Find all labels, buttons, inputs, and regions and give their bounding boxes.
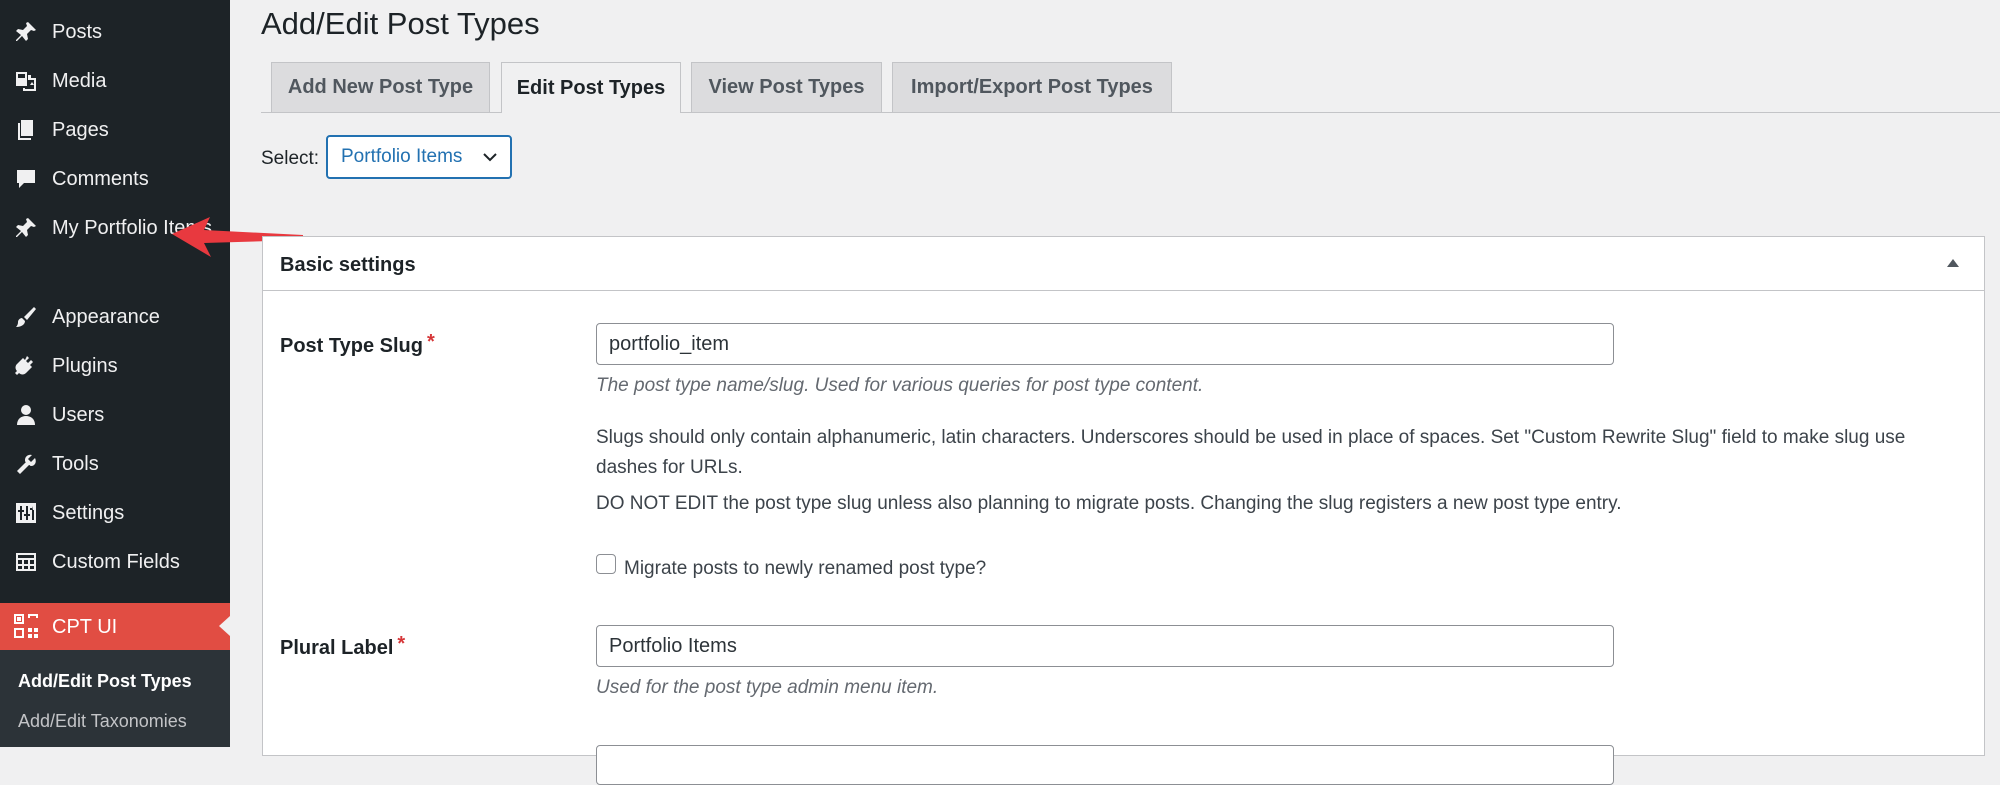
field-label-text: Post Type Slug: [280, 335, 423, 357]
panel-header[interactable]: Basic settings: [263, 237, 1984, 291]
settings-sliders-icon: [13, 500, 39, 526]
sidebar-item-label: Plugins: [52, 355, 118, 377]
panel-title: Basic settings: [280, 254, 416, 276]
slug-note: Slugs should only contain alphanumeric, …: [596, 427, 1906, 478]
brush-icon: [13, 304, 39, 330]
sidebar-item-label: Pages: [52, 119, 109, 141]
sidebar-item-label: Custom Fields: [52, 551, 180, 573]
page-title: Add/Edit Post Types: [261, 6, 540, 41]
submenu-item-add-edit-post-types[interactable]: Add/Edit Post Types: [18, 669, 192, 693]
pin-icon: [13, 215, 39, 241]
user-icon: [13, 402, 39, 428]
plural-label-label: Plural Label *: [280, 633, 406, 661]
sidebar-item-label: CPT UI: [52, 616, 118, 638]
post-type-slug-label: Post Type Slug *: [280, 331, 435, 359]
slug-description: The post type name/slug. Used for variou…: [596, 375, 1204, 396]
media-icon: [13, 68, 39, 94]
singular-label-input[interactable]: [596, 745, 1614, 785]
sidebar-submenu: Add/Edit Post Types Add/Edit Taxonomies: [0, 650, 230, 747]
sidebar-item-label: Users: [52, 404, 105, 426]
pin-icon: [13, 19, 39, 45]
cptui-icon: [13, 613, 39, 639]
slug-warning: DO NOT EDIT the post type slug unless al…: [596, 493, 1622, 514]
chevron-down-icon: [483, 153, 497, 162]
plug-icon: [13, 353, 39, 379]
basic-settings-panel: Basic settings Post Type Slug* The post …: [262, 236, 1985, 785]
collapse-arrow-icon[interactable]: [1947, 259, 1959, 267]
sidebar-item-label: Comments: [52, 168, 149, 190]
plural-description: Used for the post type admin menu item.: [596, 677, 939, 698]
active-indicator: [219, 616, 230, 636]
select-label: Select:: [261, 148, 320, 169]
sidebar-item-label: Settings: [52, 502, 125, 524]
sidebar-item-label: Appearance: [52, 306, 160, 328]
post-type-slug-input[interactable]: [596, 323, 1614, 365]
table-icon: [13, 549, 39, 575]
migrate-posts-checkbox[interactable]: [596, 554, 616, 574]
migrate-posts-label[interactable]: Migrate posts to newly renamed post type…: [624, 556, 986, 582]
plural-label-input[interactable]: [596, 625, 1614, 667]
required-marker: *: [397, 633, 406, 655]
tab-import-export-post-types[interactable]: Import/Export Post Types: [892, 62, 1172, 112]
post-type-select[interactable]: Portfolio Items: [326, 135, 512, 179]
tab-add-new-post-type[interactable]: Add New Post Type: [271, 62, 490, 112]
wrench-icon: [13, 451, 39, 477]
sidebar-item-label: Tools: [52, 453, 99, 475]
comment-icon: [13, 166, 39, 192]
select-value: Portfolio Items: [341, 146, 463, 167]
field-label-text: Plural Label: [280, 637, 394, 659]
sidebar-item-cpt-ui[interactable]: CPT UI: [0, 603, 230, 650]
tab-view-post-types[interactable]: View Post Types: [691, 62, 882, 112]
required-marker: *: [426, 331, 435, 353]
admin-sidebar: Posts Media Pages Comments My Portfolio …: [0, 0, 230, 747]
pages-icon: [13, 117, 39, 143]
sidebar-item-label: Posts: [52, 21, 103, 43]
submenu-item-add-edit-taxonomies[interactable]: Add/Edit Taxonomies: [18, 709, 187, 733]
tab-edit-post-types[interactable]: Edit Post Types: [501, 62, 681, 113]
sidebar-item-label: Media: [52, 70, 107, 92]
